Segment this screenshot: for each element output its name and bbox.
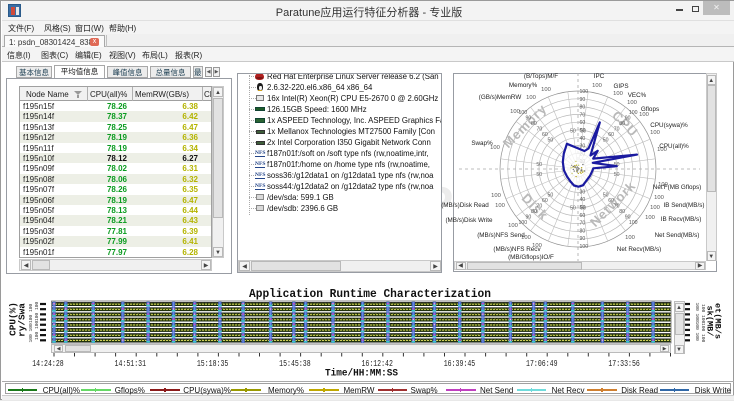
svg-text:15:18:35: 15:18:35 [197,359,229,369]
svg-text:et(MB/s: et(MB/s [713,303,723,339]
svg-text:100 100: 100 100 [34,301,40,321]
svg-text:14:51:31: 14:51:31 [115,359,147,369]
svg-text:100 100: 100 100 [694,303,700,323]
svg-text:14:24:28: 14:24:28 [32,359,64,369]
svg-text:15:45:38: 15:45:38 [279,359,311,369]
svg-text:100 100: 100 100 [694,322,700,342]
svg-text:16:39:45: 16:39:45 [444,359,476,369]
svg-text:100 100: 100 100 [28,303,34,323]
svg-text:ry/Swa: ry/Swa [17,303,28,337]
svg-text:17:06:49: 17:06:49 [526,359,558,369]
svg-text:100 100: 100 100 [28,323,34,343]
svg-text:100 100: 100 100 [34,320,40,340]
svg-text:Time/HH:MM:SS: Time/HH:MM:SS [325,368,398,380]
svg-text:Application Runtime Characteri: Application Runtime Characterization [249,287,491,301]
svg-text:17:33:56: 17:33:56 [608,359,640,369]
